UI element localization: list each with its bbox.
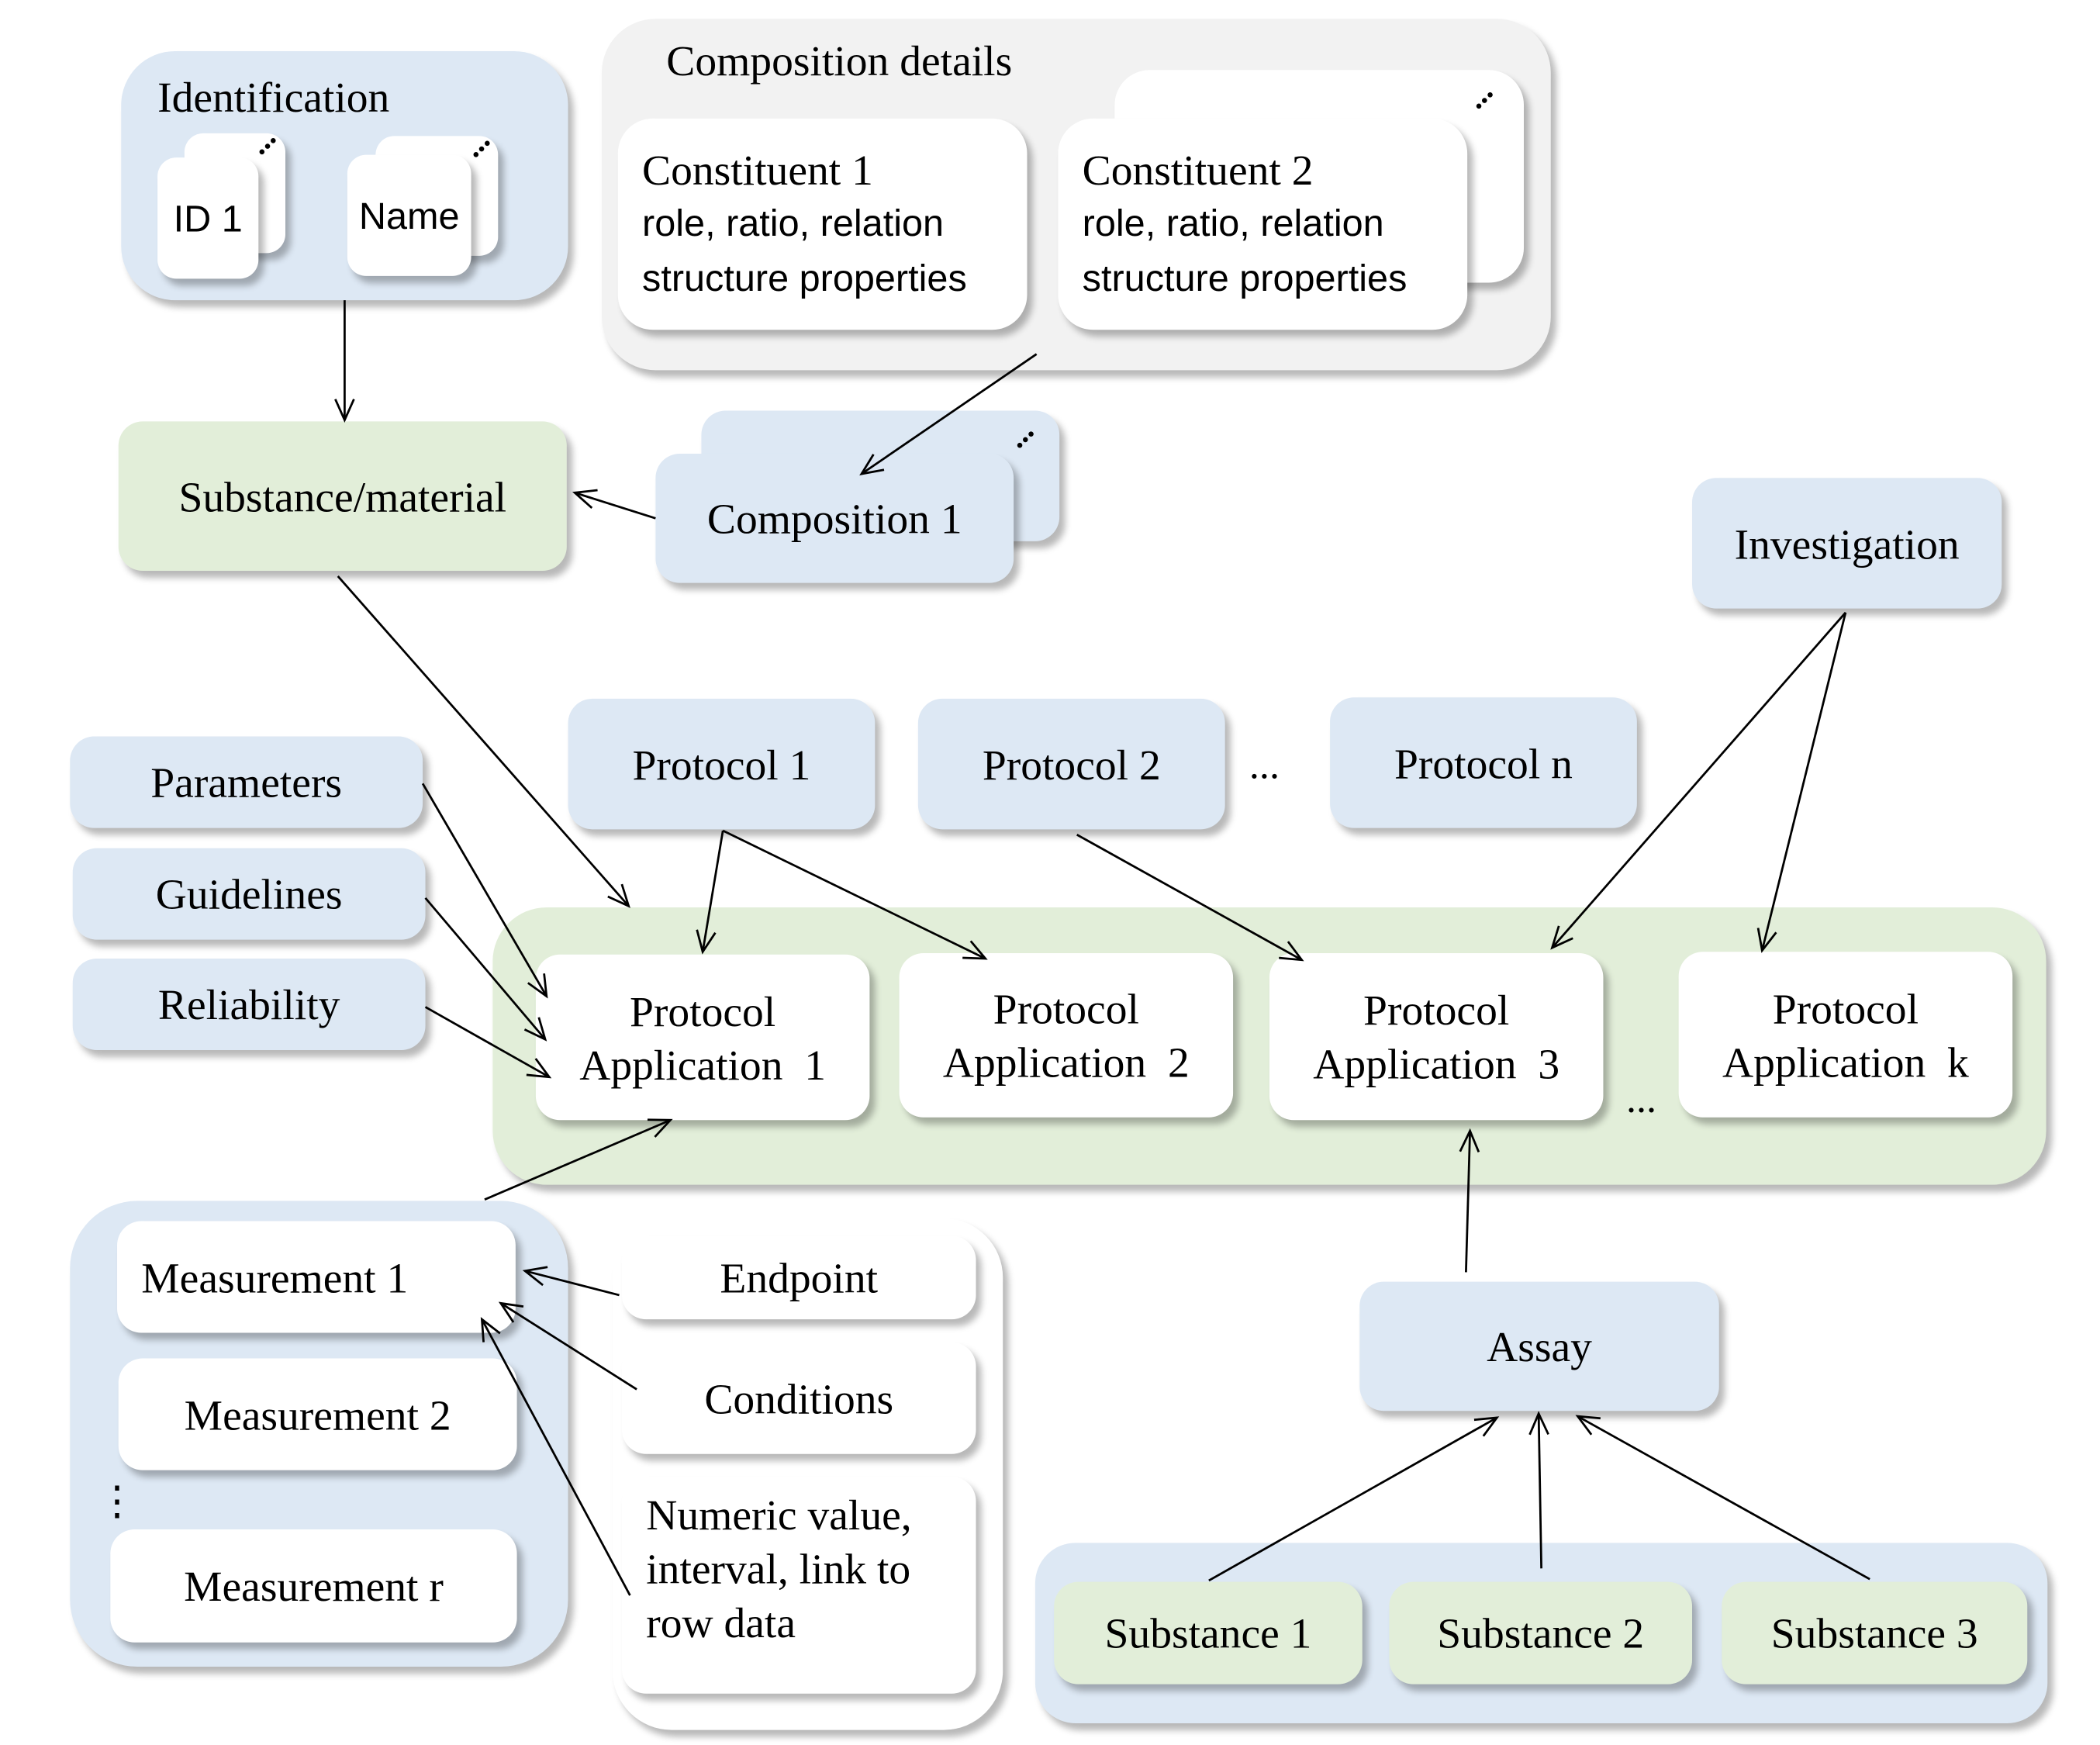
reliability-to-pa1-arrow bbox=[424, 1006, 552, 1079]
protocol2-to-pa3-arrow bbox=[1076, 834, 1304, 962]
conditions-to-measurement-arrow bbox=[498, 1301, 637, 1391]
substance2-to-assay-arrow bbox=[1528, 1411, 1549, 1569]
protocol1-to-pa2-arrow bbox=[722, 829, 988, 960]
assay-to-pa3-arrow bbox=[1459, 1128, 1480, 1273]
diagram: Identification ••• ID 1 ••• Name Composi… bbox=[0, 0, 2100, 1745]
composition-to-substance-arrow bbox=[572, 489, 656, 520]
measurements-to-pa1-arrow bbox=[484, 1118, 673, 1201]
arrows-layer bbox=[334, 300, 1870, 1596]
value-to-measurement-arrow bbox=[480, 1317, 631, 1596]
protocol1-to-pa1-arrow bbox=[696, 830, 724, 955]
identification-to-substance-arrow bbox=[334, 300, 355, 423]
substance-to-pa1-arrow bbox=[337, 575, 630, 908]
details-to-composition-arrow bbox=[859, 353, 1038, 475]
substance1-to-assay-arrow bbox=[1208, 1416, 1500, 1582]
arrowhead-icon bbox=[480, 1317, 501, 1342]
investigation-to-pa3-arrow bbox=[1550, 611, 1846, 950]
substance3-to-assay-arrow bbox=[1575, 1415, 1870, 1581]
parameters-to-pa1-arrow bbox=[421, 783, 548, 999]
endpoint-to-measurement-arrow bbox=[522, 1266, 620, 1297]
